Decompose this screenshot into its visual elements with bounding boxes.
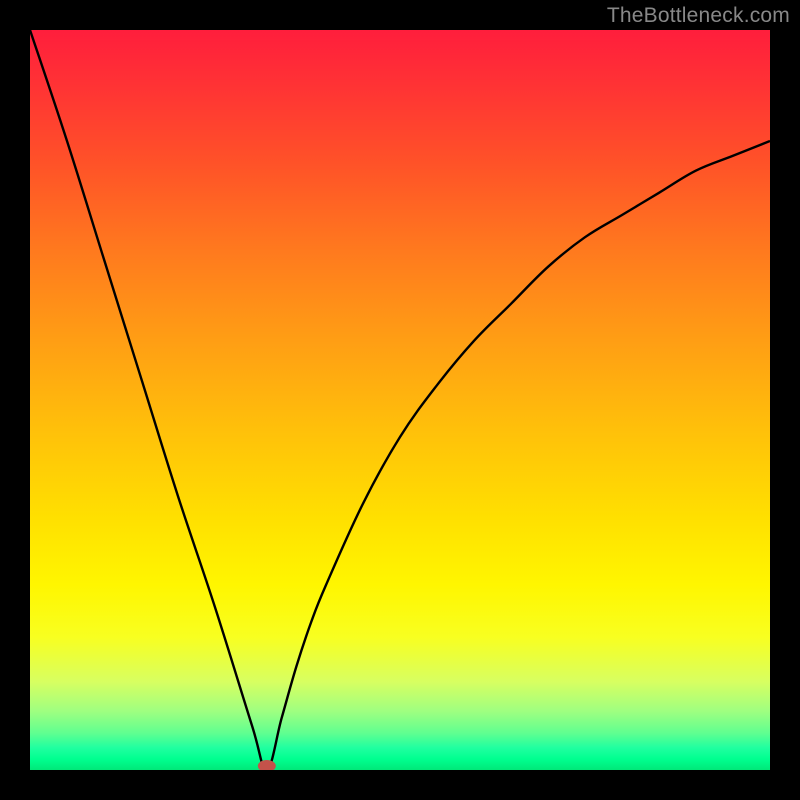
chart-container: TheBottleneck.com xyxy=(0,0,800,800)
plot-area xyxy=(30,30,770,770)
attribution-text: TheBottleneck.com xyxy=(607,4,790,28)
bottleneck-curve xyxy=(30,30,770,770)
